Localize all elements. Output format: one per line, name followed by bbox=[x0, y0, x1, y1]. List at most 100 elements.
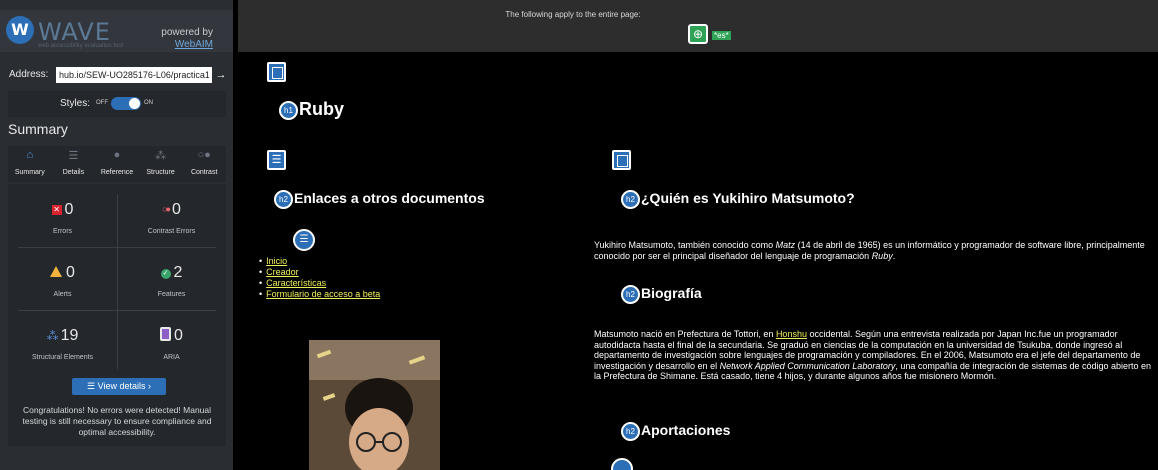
structural-count: 19 bbox=[60, 327, 79, 344]
errors-label: Errors bbox=[52, 228, 73, 235]
info-icon: ● bbox=[113, 149, 121, 161]
features-label: Features bbox=[157, 291, 186, 298]
styles-label: Styles: bbox=[60, 98, 91, 109]
styles-on-label: ON bbox=[144, 100, 153, 106]
address-input[interactable] bbox=[56, 67, 212, 83]
nav-link-caracteristicas[interactable]: Características bbox=[266, 278, 326, 288]
alert-icon bbox=[50, 266, 63, 277]
text-run: Matsumoto nació en Prefectura de Tottori… bbox=[594, 329, 776, 339]
structural-label: Structural Elements bbox=[31, 354, 94, 361]
tab-label: Contrast bbox=[190, 169, 218, 176]
aria-icon bbox=[160, 327, 172, 341]
summary-stats: ✕ 0 Errors ○● 0 Contrast Errors 0 Alerts ✓… bbox=[8, 184, 226, 446]
heading-biografia: h2 Biografía bbox=[621, 285, 702, 304]
paragraph-quien: Yukihiro Matsumoto, también conocido com… bbox=[594, 240, 1154, 261]
tab-contrast[interactable]: ○● Contrast bbox=[182, 146, 226, 182]
text-run: . bbox=[892, 250, 896, 261]
view-details-button[interactable]: ☰ View details › bbox=[72, 378, 166, 395]
tab-structure[interactable]: ⁂ Structure bbox=[139, 146, 183, 182]
structure-icon: ⁂ bbox=[155, 150, 167, 162]
text-run: Yukihiro Matsumoto, también conocido com… bbox=[594, 240, 776, 250]
wave-logo-icon: W bbox=[6, 16, 34, 44]
heading-aportaciones: h2 Aportaciones bbox=[621, 422, 730, 441]
portrait-photo bbox=[309, 340, 440, 470]
stat-aria[interactable]: 0 ARIA bbox=[117, 315, 226, 375]
heading-enlaces: h2 Enlaces a otros documentos bbox=[274, 190, 485, 209]
error-icon: ✕ bbox=[51, 205, 62, 215]
wave-logo-glyph: W bbox=[11, 20, 29, 39]
list-item: Formulario de acceso a beta bbox=[259, 289, 380, 300]
stat-features[interactable]: ✓ 2 Features bbox=[117, 252, 226, 312]
alerts-count: 0 bbox=[66, 264, 75, 281]
heading-ruby: h1 Ruby bbox=[279, 99, 344, 120]
powered-by-text: powered by bbox=[161, 27, 213, 38]
nav-link-creador[interactable]: Creador bbox=[266, 267, 299, 277]
wave-sidebar: W WAVE web accessibility evaluation tool… bbox=[0, 0, 233, 470]
address-label: Address: bbox=[9, 69, 49, 80]
nav-list: Inicio Creador Características Formulari… bbox=[259, 256, 380, 300]
page-level-text: The following apply to the entire page: bbox=[505, 10, 641, 19]
paragraph-biografia: Matsumoto nació en Prefectura de Tottori… bbox=[594, 329, 1154, 382]
styles-toggle-row: Styles: OFF ON bbox=[8, 91, 226, 117]
go-arrow-icon[interactable]: → bbox=[214, 67, 228, 83]
page-preview: The following apply to the entire page: … bbox=[238, 0, 1158, 470]
structure-icon: ⁂ bbox=[46, 329, 59, 343]
styles-toggle[interactable] bbox=[111, 97, 141, 110]
h2-icon[interactable]: h2 bbox=[274, 190, 293, 209]
list-icon[interactable]: ☰ bbox=[293, 229, 315, 251]
wave-wordmark: WAVE bbox=[38, 18, 111, 46]
list-item: Características bbox=[259, 278, 380, 289]
stat-errors[interactable]: ✕ 0 Errors bbox=[8, 189, 117, 249]
portrait-image bbox=[309, 340, 440, 470]
stat-contrast-errors[interactable]: ○● 0 Contrast Errors bbox=[117, 189, 226, 249]
webaim-link[interactable]: WebAIM bbox=[161, 39, 213, 51]
emphasis-nacl: Network Applied Communication Laboratory bbox=[719, 360, 896, 371]
nav-region-icon[interactable]: ☰ bbox=[267, 150, 286, 170]
heading-biografia-text: Biografía bbox=[641, 285, 702, 302]
home-icon: ⌂ bbox=[26, 149, 34, 161]
h1-icon[interactable]: h1 bbox=[279, 100, 298, 120]
header-region-icon[interactable] bbox=[267, 62, 286, 82]
contrast-error-icon: ○● bbox=[162, 204, 171, 214]
language-globe-icon[interactable]: ⊕ bbox=[688, 24, 708, 44]
page-level-bar: The following apply to the entire page: … bbox=[238, 0, 1158, 52]
emphasis-matz: Matz bbox=[775, 240, 796, 250]
heading-ruby-text: Ruby bbox=[299, 99, 344, 119]
congrats-message: Congratulations! No errors were detected… bbox=[22, 405, 212, 437]
wave-tabs: ⌂ Summary ☰ Details ● Reference ⁂ Struct… bbox=[8, 146, 226, 182]
list-icon: ☰ bbox=[68, 150, 79, 162]
h2-icon[interactable]: h2 bbox=[621, 190, 640, 209]
nav-link-formulario[interactable]: Formulario de acceso a beta bbox=[266, 289, 380, 299]
h2-icon[interactable]: h2 bbox=[621, 285, 640, 304]
honshu-link[interactable]: Honshu bbox=[776, 329, 807, 339]
tab-details[interactable]: ☰ Details bbox=[52, 146, 96, 182]
emphasis-ruby: Ruby bbox=[871, 250, 893, 261]
tab-summary[interactable]: ⌂ Summary bbox=[8, 146, 52, 182]
main-region-icon[interactable] bbox=[612, 150, 631, 170]
feature-icon: ✓ bbox=[160, 269, 171, 279]
stat-structural[interactable]: ⁂ 19 Structural Elements bbox=[8, 315, 117, 375]
contrast-errors-count: 0 bbox=[171, 201, 181, 218]
heading-aportaciones-text: Aportaciones bbox=[641, 422, 731, 439]
toggle-knob bbox=[129, 98, 140, 109]
list-item: Creador bbox=[259, 267, 380, 278]
nav-link-inicio[interactable]: Inicio bbox=[266, 256, 287, 266]
heading-quien: h2 ¿Quién es Yukihiro Matsumoto? bbox=[621, 190, 855, 209]
address-row: Address: → bbox=[0, 59, 233, 91]
list-icon[interactable] bbox=[611, 458, 633, 470]
aria-count: 0 bbox=[174, 327, 183, 344]
errors-count: 0 bbox=[64, 201, 74, 218]
powered-by: powered by WebAIM bbox=[161, 27, 213, 51]
summary-title: Summary bbox=[8, 121, 68, 137]
aria-label: ARIA bbox=[163, 354, 180, 361]
tab-reference[interactable]: ● Reference bbox=[95, 146, 139, 182]
wave-tagline: web accessibility evaluation tool bbox=[38, 43, 124, 49]
stat-alerts[interactable]: 0 Alerts bbox=[8, 252, 117, 312]
list-item: Inicio bbox=[259, 256, 380, 267]
contrast-icon: ○● bbox=[197, 149, 211, 161]
wave-header: W WAVE web accessibility evaluation tool… bbox=[0, 10, 233, 52]
contrast-errors-label: Contrast Errors bbox=[147, 228, 196, 235]
h2-icon[interactable]: h2 bbox=[621, 422, 640, 441]
language-tag: *es* bbox=[712, 31, 731, 40]
features-count: 2 bbox=[173, 264, 183, 281]
